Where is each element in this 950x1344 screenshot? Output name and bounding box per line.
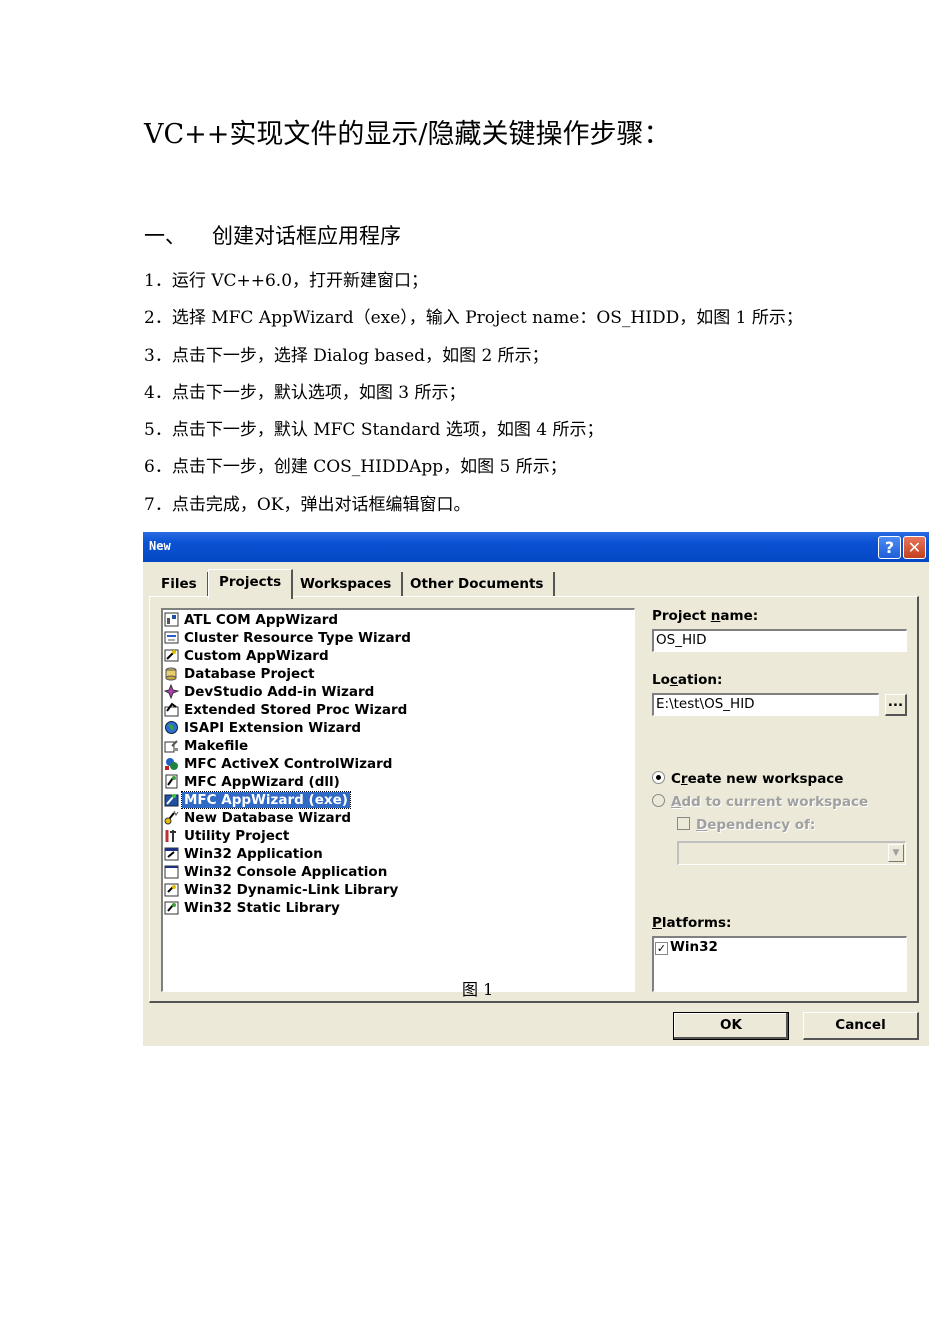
step-item: 6．点击下一步，创建 COS_HIDDApp，如图 5 所示； — [144, 457, 567, 478]
console-icon — [164, 864, 179, 879]
utility-icon — [164, 828, 179, 843]
ok-button[interactable]: OK — [673, 1012, 789, 1040]
list-item[interactable]: Win32 Console Application — [164, 863, 389, 881]
list-item[interactable]: Win32 Application — [164, 845, 325, 863]
activex-icon — [164, 756, 179, 771]
create-workspace-radio[interactable]: Create new workspace — [652, 771, 843, 787]
title-bar[interactable]: New ? ✕ — [143, 532, 929, 562]
platforms-label: Platforms: — [652, 915, 732, 931]
chevron-down-icon: ▼ — [888, 844, 904, 862]
stored-proc-icon — [164, 702, 179, 717]
section-number: 一、 — [144, 224, 186, 248]
project-name-input[interactable]: OS_HID — [652, 629, 907, 652]
tab-workspaces[interactable]: Workspaces — [290, 572, 404, 596]
step-item: 7．点击完成，OK，弹出对话框编辑窗口。 — [144, 494, 471, 515]
list-item[interactable]: ISAPI Extension Wizard — [164, 719, 363, 737]
list-item-selected[interactable]: MFC AppWizard (exe) — [164, 791, 351, 809]
checkmark-icon[interactable]: ✓ — [655, 942, 668, 955]
section-heading: 一、 创建对话框应用程序 — [144, 220, 401, 250]
steps-list: 1．运行 VC++6.0，打开新建窗口； 2．选择 MFC AppWizard（… — [144, 268, 803, 529]
step-item: 3．点击下一步，选择 Dialog based，如图 2 所示； — [144, 345, 549, 366]
tab-projects[interactable]: Projects — [208, 569, 294, 599]
win32-app-icon — [164, 846, 179, 861]
dialog-title: New — [149, 539, 171, 553]
list-item[interactable]: Extended Stored Proc Wizard — [164, 701, 409, 719]
browse-button[interactable]: ... — [885, 694, 907, 716]
step-item: 5．点击下一步，默认 MFC Standard 选项，如图 4 所示； — [144, 420, 604, 441]
step-item: 4．点击下一步，默认选项，如图 3 所示； — [144, 382, 466, 403]
step-item: 1．运行 VC++6.0，打开新建窗口； — [144, 271, 429, 291]
new-dialog: New ? ✕ Files Projects Workspaces Other … — [143, 532, 929, 1046]
project-type-list[interactable]: ATL COM AppWizard Cluster Resource Type … — [161, 608, 635, 992]
dll-icon — [164, 882, 179, 897]
list-item[interactable]: DevStudio Add-in Wizard — [163, 683, 376, 701]
list-item[interactable]: Win32 Static Library — [164, 899, 342, 917]
platforms-list[interactable]: ✓ Win32 — [652, 936, 907, 992]
addin-icon — [163, 683, 180, 700]
project-name-label: Project name: — [652, 608, 759, 624]
custom-wizard-icon — [164, 648, 179, 663]
radio-selected-icon — [652, 771, 665, 784]
cancel-button[interactable]: Cancel — [803, 1012, 919, 1040]
tab-other-documents[interactable]: Other Documents — [400, 572, 556, 596]
mfc-exe-icon — [164, 792, 179, 807]
radio-icon — [652, 794, 665, 807]
section-title: 创建对话框应用程序 — [212, 224, 401, 248]
tab-files[interactable]: Files — [151, 572, 209, 596]
step-item: 2．选择 MFC AppWizard（exe），输入 Project name：… — [144, 308, 803, 329]
makefile-icon — [164, 738, 179, 753]
platform-item-win32[interactable]: ✓ Win32 — [655, 939, 718, 955]
list-item[interactable]: Database Project — [164, 665, 317, 683]
help-button[interactable]: ? — [878, 536, 901, 559]
globe-icon — [164, 720, 179, 735]
new-db-icon — [164, 810, 179, 825]
list-item[interactable]: Makefile — [164, 737, 250, 755]
dependency-select: ▼ — [677, 841, 906, 865]
list-item[interactable]: MFC AppWizard (dll) — [164, 773, 342, 791]
list-item[interactable]: Utility Project — [164, 827, 291, 845]
close-button[interactable]: ✕ — [903, 536, 926, 559]
list-item[interactable]: Cluster Resource Type Wizard — [164, 629, 413, 647]
list-item[interactable]: ATL COM AppWizard — [164, 611, 340, 629]
document-title: VC++实现文件的显示/隐藏关键操作步骤： — [144, 119, 671, 150]
dependency-checkbox: Dependency of: — [677, 817, 815, 833]
database-icon — [164, 666, 179, 681]
mfc-dll-icon — [164, 774, 179, 789]
cluster-icon — [164, 630, 179, 645]
checkbox-icon — [677, 817, 690, 830]
lib-icon — [164, 900, 179, 915]
add-workspace-radio: Add to current workspace — [652, 794, 868, 810]
list-item[interactable]: Custom AppWizard — [164, 647, 331, 665]
list-item[interactable]: New Database Wizard — [164, 809, 353, 827]
figure-caption: 图 1 — [462, 980, 494, 999]
list-item[interactable]: MFC ActiveX ControlWizard — [164, 755, 394, 773]
list-item[interactable]: Win32 Dynamic-Link Library — [164, 881, 400, 899]
atl-icon — [164, 612, 179, 627]
location-input[interactable]: E:\test\OS_HID — [652, 693, 879, 716]
location-label: Location: — [652, 672, 723, 688]
